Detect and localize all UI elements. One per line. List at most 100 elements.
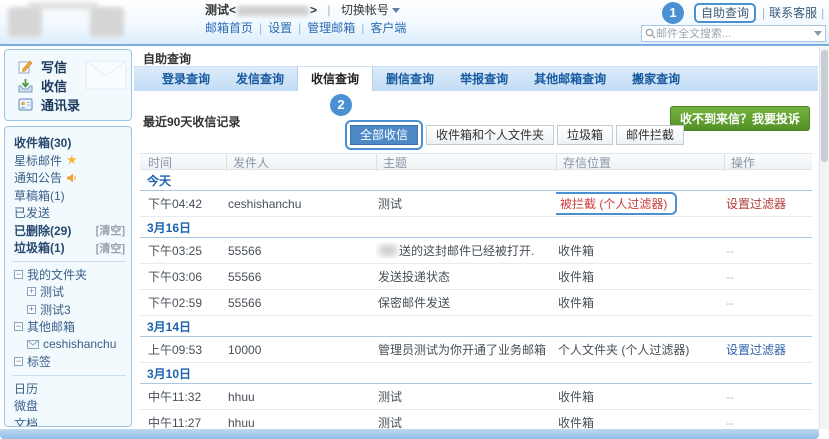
sidebar-item-calendar[interactable]: 日历 [14, 380, 126, 398]
sidebar-item-folder-test[interactable]: + 测试 [14, 283, 126, 301]
tab-other-mailbox-query[interactable]: 其他邮箱查询 [521, 67, 619, 91]
sidebar-item-tags[interactable]: −标签 [14, 353, 126, 371]
other-account-label: ceshishanchu [43, 337, 116, 351]
mail-search-box[interactable] [641, 25, 826, 42]
no-action-dash: -- [726, 390, 734, 404]
annotation-highlight-box: 自助查询 [694, 3, 756, 23]
nav-settings-link[interactable]: 设置 [253, 21, 292, 35]
subject-text: 送的这封邮件已经被打开. [399, 244, 534, 258]
search-icon [645, 28, 656, 39]
starred-label: 星标邮件 [14, 152, 62, 169]
sidebar-item-other-account[interactable]: ceshishanchu [14, 336, 126, 354]
intercepted-location-text: 被拦截 (个人过滤器) [560, 197, 667, 211]
contacts-icon [18, 97, 33, 112]
collapse-icon[interactable]: − [14, 322, 23, 331]
docs-label: 文档 [14, 415, 38, 427]
sidebar-item-inbox[interactable]: 收件箱(30) [14, 134, 126, 152]
sidebar-item-other-mailboxes[interactable]: −其他邮箱 [14, 318, 126, 336]
sidebar-item-announcements[interactable]: 通知公告 [14, 169, 126, 187]
cell-sender: 55566 [226, 296, 376, 310]
redacted-logo [8, 7, 42, 37]
empty-junk-button[interactable]: [清空] [96, 240, 126, 256]
sidebar-item-my-folders[interactable]: −我的文件夹 [14, 266, 126, 284]
filter-intercepted[interactable]: 邮件拦截 [616, 125, 684, 145]
table-row: 下午02:59 55566 保密邮件发送 收件箱 -- [140, 290, 812, 316]
sidebar-compose-label: 写信 [41, 57, 67, 76]
table-row: 下午04:42 ceshishanchu 测试 被拦截 (个人过滤器) 设置过滤… [140, 191, 812, 217]
folder-test-label: 测试 [40, 283, 64, 300]
cell-time: 下午03:25 [146, 242, 226, 259]
cell-action: -- [724, 296, 812, 310]
header: 测试<> | 切换帐号 邮箱首页设置管理邮箱客户端 1 自助查询|联系客服|帮助… [0, 0, 829, 46]
tab-report-query[interactable]: 举报查询 [447, 67, 521, 91]
collapse-icon[interactable]: − [14, 357, 23, 366]
contact-support-link[interactable]: 联系客服 [769, 6, 817, 20]
annotation-highlight-box: 被拦截 (个人过滤器) [556, 192, 677, 215]
other-mailboxes-label: 其他邮箱 [27, 318, 75, 335]
scrollbar-thumb[interactable] [821, 50, 828, 162]
cell-time: 中午11:32 [146, 388, 226, 405]
cell-location: 收件箱 [556, 268, 724, 285]
cell-sender: ceshishanchu [226, 197, 376, 211]
filter-buttons: 全部收信 收件箱和个人文件夹 垃圾箱 邮件拦截 [345, 120, 687, 150]
cell-location: 收件箱 [556, 242, 724, 259]
deleted-label: 已删除(29) [14, 222, 71, 239]
cell-sender: 55566 [226, 270, 376, 284]
self-query-link[interactable]: 自助查询 [701, 6, 749, 20]
col-time: 时间 [146, 154, 226, 171]
tab-received-query[interactable]: 收信查询 [297, 67, 373, 91]
switch-account-link[interactable]: 切换帐号 [341, 3, 389, 17]
tab-deleted-query[interactable]: 删信查询 [373, 67, 447, 91]
search-dropdown-caret-icon[interactable] [814, 31, 822, 36]
sidebar-item-drafts[interactable]: 草稿箱(1) [14, 187, 126, 205]
sidebar-folders-box: 收件箱(30) 星标邮件★ 通知公告 草稿箱(1) 已发送 已删除(29) [清空… [4, 126, 132, 427]
sidebar-receive-button[interactable]: 收信 [18, 76, 131, 95]
cell-subject: 发送投递状态 [376, 268, 556, 285]
nav-mail-home-link[interactable]: 邮箱首页 [205, 21, 253, 35]
sidebar-compose-button[interactable]: 写信 [18, 57, 131, 76]
no-action-dash: -- [726, 416, 734, 430]
redacted-text [378, 244, 398, 257]
sidebar-item-deleted[interactable]: 已删除(29) [清空] [14, 222, 126, 240]
filter-junk[interactable]: 垃圾箱 [557, 125, 613, 145]
filter-all-received[interactable]: 全部收信 [350, 125, 418, 145]
sidebar-item-disk[interactable]: 微盘 [14, 397, 126, 415]
drafts-label: 草稿箱(1) [14, 187, 65, 204]
cell-time: 下午02:59 [146, 294, 226, 311]
set-filter-link[interactable]: 设置过滤器 [726, 197, 786, 211]
cell-subject: 保密邮件发送 [376, 294, 556, 311]
search-input[interactable] [656, 28, 811, 40]
set-filter-link[interactable]: 设置过滤器 [726, 343, 786, 357]
filter-inbox-and-personal[interactable]: 收件箱和个人文件夹 [426, 125, 554, 145]
tab-sent-query[interactable]: 发信查询 [223, 67, 297, 91]
tab-migration-query[interactable]: 搬家查询 [619, 67, 693, 91]
sidebar-item-docs[interactable]: 文档 [14, 415, 126, 428]
divider [12, 375, 126, 376]
cell-sender: hhuu [226, 390, 376, 404]
cell-time: 上午09:53 [146, 341, 226, 358]
tab-login-query[interactable]: 登录查询 [149, 67, 223, 91]
separator: | [762, 6, 765, 20]
sidebar-actions-box: 写信 收信 通讯录 [4, 49, 132, 121]
sidebar-receive-label: 收信 [41, 76, 67, 95]
sidebar-contacts-button[interactable]: 通讯录 [18, 95, 131, 114]
nav-manage-mailbox-link[interactable]: 管理邮箱 [292, 21, 355, 35]
receive-mail-icon [18, 78, 33, 93]
my-folders-label: 我的文件夹 [27, 266, 87, 283]
empty-deleted-button[interactable]: [清空] [96, 222, 126, 238]
envelope-icon [27, 340, 39, 349]
nav-client-link[interactable]: 客户端 [355, 21, 406, 35]
sidebar-item-junk[interactable]: 垃圾箱(1)[清空] [14, 239, 126, 257]
vertical-scrollbar[interactable] [819, 47, 829, 429]
account-name: 测试< [205, 3, 236, 17]
expand-icon[interactable]: + [27, 305, 36, 314]
main-content: 自助查询 登录查询 发信查询 收信查询 删信查询 举报查询 其他邮箱查询 搬家查… [134, 46, 818, 429]
sidebar-item-folder-test3[interactable]: +测试3 [14, 301, 126, 319]
collapse-icon[interactable]: − [14, 270, 23, 279]
chevron-down-icon [392, 8, 400, 13]
complaint-button[interactable]: 收不到来信？我要投诉 [670, 106, 810, 131]
sidebar-item-sent[interactable]: 已发送 [14, 204, 126, 222]
cell-action: -- [724, 390, 812, 404]
expand-icon[interactable]: + [27, 287, 36, 296]
sidebar-item-starred[interactable]: 星标邮件★ [14, 152, 126, 170]
